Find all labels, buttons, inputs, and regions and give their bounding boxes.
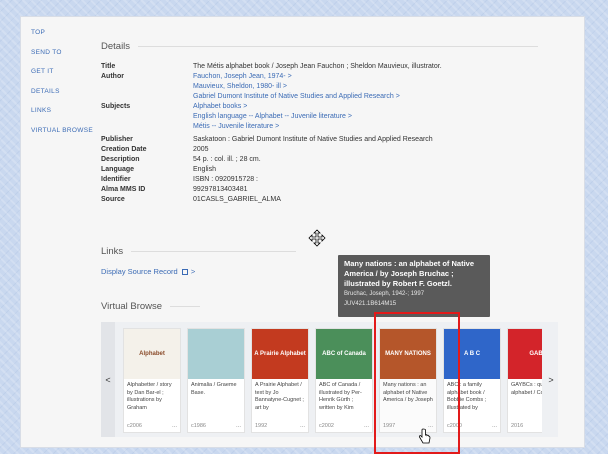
section-nav: TOP SEND TO GET IT DETAILS LINKS VIRTUAL… — [31, 23, 111, 140]
highlight-box — [374, 312, 460, 454]
book-card[interactable]: Animalia / Graeme Base. c1986... — [187, 328, 245, 433]
creation-label: Creation Date — [101, 145, 147, 153]
divider — [170, 306, 201, 307]
book-cover[interactable]: A Prairie Alphabet — [252, 329, 308, 379]
title-value: The Métis alphabet book / Joseph Jean Fa… — [193, 63, 442, 70]
divider — [138, 46, 539, 47]
record-panel: TOP SEND TO GET IT DETAILS LINKS VIRTUAL… — [20, 16, 585, 448]
nav-details[interactable]: DETAILS — [31, 82, 111, 102]
display-source-record-link[interactable]: Display Source Record > — [101, 267, 195, 276]
book-title: GAYBCs : queer alphabet / Congdon — [511, 382, 542, 396]
nav-send-to[interactable]: SEND TO — [31, 43, 111, 63]
book-year: 2016 — [511, 423, 524, 429]
title-label: Title — [101, 63, 116, 70]
nav-virtual-browse[interactable]: VIRTUAL BROWSE — [31, 121, 111, 141]
subject-link[interactable]: Alphabet books > — [193, 102, 571, 112]
subject-link[interactable]: Métis -- Juvenile literature > — [193, 122, 571, 132]
subject-link[interactable]: English language -- Alphabet -- Juvenile… — [193, 112, 571, 122]
book-cover-title: A Prairie Alphabet — [254, 351, 306, 357]
divider — [131, 251, 297, 252]
book-year: c1986 — [191, 423, 206, 429]
chevron-right-icon: > — [190, 267, 196, 276]
details-section: Title The Métis alphabet book / Joseph J… — [101, 62, 571, 205]
carousel-next-button[interactable]: > — [544, 322, 558, 437]
carousel-cards: Alphabet Alphabetter / story by Dan Bar-e… — [123, 328, 542, 433]
author-row: Author Fauchon, Joseph Jean, 1974- > Mau… — [101, 72, 571, 102]
links-heading: Links — [101, 246, 297, 257]
more-options-icon[interactable]: ... — [492, 423, 497, 429]
mms-value: 99297813403481 — [193, 185, 248, 193]
book-cover-title: GAB — [529, 351, 542, 357]
source-label: Source — [101, 195, 125, 203]
identifier-label: Identifier — [101, 175, 131, 183]
creation-value: 2005 — [193, 145, 209, 153]
book-title: Animalia / Graeme Base. — [191, 382, 237, 396]
language-value: English — [193, 165, 216, 173]
source-value: 01CASLS_GABRIEL_ALMA — [193, 195, 281, 203]
language-row: Language English — [101, 165, 571, 175]
publisher-label: Publisher — [101, 135, 133, 143]
language-label: Language — [101, 165, 135, 173]
book-cover[interactable]: Alphabet — [124, 329, 180, 379]
hand-pointer-icon — [418, 428, 431, 444]
more-options-icon[interactable]: ... — [300, 423, 305, 429]
subjects-label: Subjects — [101, 103, 131, 110]
virtual-browse-heading-text: Virtual Browse — [101, 301, 163, 312]
links-heading-text: Links — [101, 246, 124, 257]
book-cover[interactable]: GAB — [508, 329, 542, 379]
author-label: Author — [101, 73, 124, 80]
display-source-record-label: Display Source Record — [101, 267, 178, 276]
book-year: 1992 — [255, 423, 268, 429]
creation-row: Creation Date 2005 — [101, 145, 571, 155]
more-options-icon[interactable]: ... — [364, 423, 369, 429]
virtual-browse-carousel: < Alphabet Alphabetter / story by Dan Bar… — [101, 322, 558, 437]
book-card[interactable]: A Prairie Alphabet A Prairie Alphabet / t… — [251, 328, 309, 433]
book-title: Alphabetter / story by Dan Bar-el ; illu… — [127, 382, 172, 411]
book-title: A Prairie Alphabet / text by Jo Bannatyn… — [255, 382, 304, 411]
virtual-browse-heading: Virtual Browse — [101, 301, 201, 312]
publisher-row: Publisher Saskatoon : Gabriel Dumont Ins… — [101, 135, 571, 145]
book-cover[interactable]: ABC of Canada — [316, 329, 372, 379]
description-row: Description 54 p. : col. ill. ; 28 cm. — [101, 155, 571, 165]
book-tooltip: Many nations : an alphabet of Native Ame… — [338, 255, 490, 317]
author-link[interactable]: Fauchon, Joseph Jean, 1974- > — [193, 72, 571, 82]
nav-links[interactable]: LINKS — [31, 101, 111, 121]
title-row: Title The Métis alphabet book / Joseph J… — [101, 62, 571, 72]
carousel-prev-button[interactable]: < — [101, 322, 115, 437]
description-value: 54 p. : col. ill. ; 28 cm. — [193, 155, 261, 163]
details-heading-text: Details — [101, 41, 131, 52]
chevron-left-icon: < — [105, 374, 111, 385]
source-row: Source 01CASLS_GABRIEL_ALMA — [101, 195, 571, 205]
book-card[interactable]: Alphabet Alphabetter / story by Dan Bar-e… — [123, 328, 181, 433]
tooltip-call-number: JUV421.1B614M15 — [344, 301, 397, 307]
move-cursor-icon — [308, 229, 326, 247]
nav-get-it[interactable]: GET IT — [31, 62, 111, 82]
mms-label: Alma MMS ID — [101, 185, 146, 193]
tooltip-title: Many nations : an alphabet of Native Ame… — [344, 259, 475, 288]
book-year: c2002 — [319, 423, 334, 429]
book-cover[interactable] — [188, 329, 244, 379]
book-card[interactable]: ABC of Canada ABC of Canada / illustrated… — [315, 328, 373, 433]
more-options-icon[interactable]: ... — [172, 423, 177, 429]
chevron-right-icon: > — [548, 374, 554, 385]
publisher-value: Saskatoon : Gabriel Dumont Institute of … — [193, 135, 433, 143]
more-options-icon[interactable]: ... — [236, 423, 241, 429]
nav-top[interactable]: TOP — [31, 23, 111, 43]
description-label: Description — [101, 155, 140, 163]
book-year: c2006 — [127, 423, 142, 429]
author-link[interactable]: Gabriel Dumont Institute of Native Studi… — [193, 92, 571, 102]
mms-row: Alma MMS ID 99297813403481 — [101, 185, 571, 195]
external-link-icon — [181, 269, 188, 276]
tooltip-author: Bruchac, Joseph, 1942-; 1997 — [344, 291, 425, 297]
identifier-value: ISBN : 0920915728 : — [193, 175, 258, 183]
book-title: ABC of Canada / illustrated by Per-Henri… — [319, 382, 362, 411]
book-cover-title: Alphabet — [139, 351, 165, 357]
book-card[interactable]: GAB GAYBCs : queer alphabet / Congdon 2016… — [507, 328, 542, 433]
book-cover-title: ABC of Canada — [322, 351, 366, 357]
author-link[interactable]: Mauvieux, Sheldon, 1980- ill > — [193, 82, 571, 92]
details-heading: Details — [101, 41, 539, 52]
book-cover-title: A B C — [463, 351, 481, 357]
identifier-row: Identifier ISBN : 0920915728 : — [101, 175, 571, 185]
subjects-row: Subjects Alphabet books > English langua… — [101, 102, 571, 132]
